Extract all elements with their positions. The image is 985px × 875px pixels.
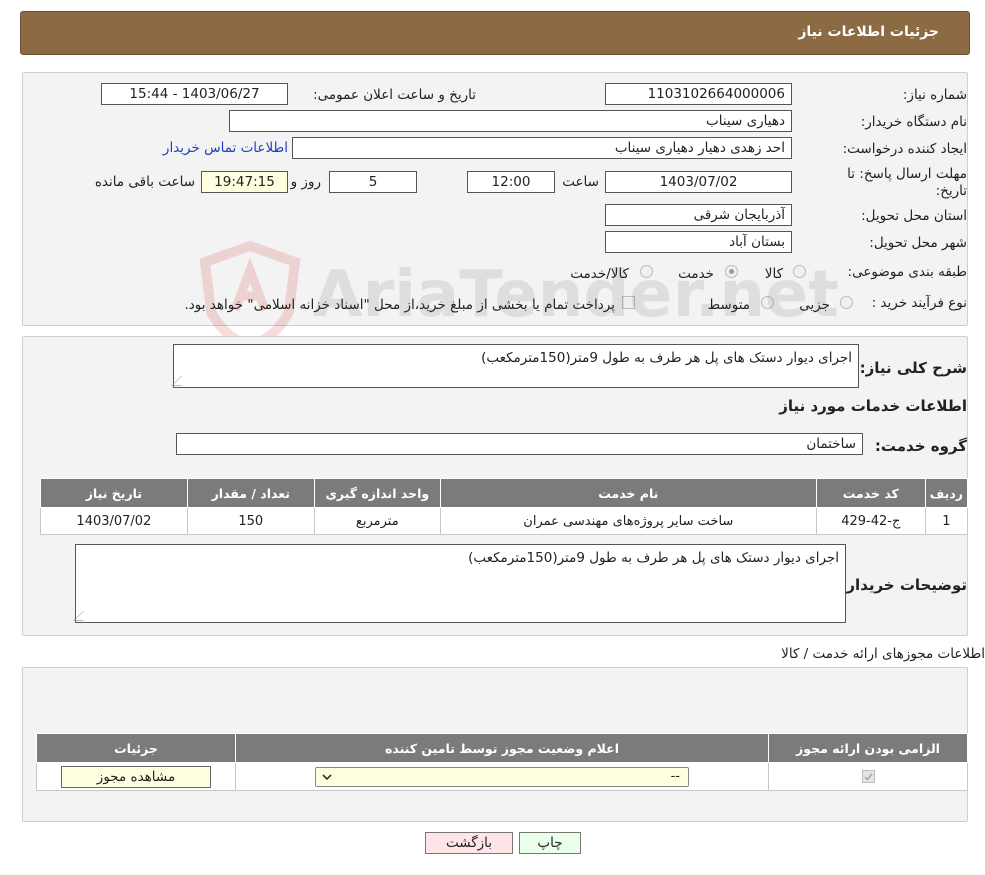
page-header: جزئیات اطلاعات نیاز	[20, 11, 970, 55]
col-need-date: تاریخ نیاز	[40, 478, 188, 508]
print-button[interactable]: چاپ	[519, 832, 581, 854]
deadline-time-field: 12:00	[467, 171, 555, 193]
category-option-goods-service: کالا/خدمت	[570, 266, 629, 282]
remaining-time-field: 19:47:15	[201, 171, 288, 193]
cell-permit-required	[768, 762, 968, 791]
col-permit-status: اعلام وضعیت مجوز توسط تامین کننده	[235, 733, 769, 763]
permits-table-header: الزامی بودن ارائه مجوز اعلام وضعیت مجوز …	[36, 733, 968, 763]
col-permit-details: جزئیات	[36, 733, 236, 763]
description-text: اجرای دیوار دستک های پل هر طرف به طول 9م…	[171, 344, 859, 388]
cell-quantity: 150	[186, 507, 315, 535]
province-label: استان محل تحویل:	[861, 208, 967, 224]
service-group-label: گروه خدمت:	[874, 437, 967, 455]
deadline-time-label: ساعت	[562, 174, 599, 190]
days-label: روز و	[290, 174, 321, 190]
buyer-notes-text: اجرای دیوار دستک های پل هر طرف به طول 9م…	[73, 544, 846, 623]
announce-field: 1403/06/27 - 15:44	[101, 83, 288, 105]
buyer-contact-link[interactable]: اطلاعات تماس خریدار	[163, 140, 288, 156]
col-quantity: تعداد / مقدار	[186, 478, 315, 508]
cell-service-code: ج-42-429	[815, 507, 926, 535]
category-radio-service[interactable]	[725, 265, 738, 278]
permit-status-select[interactable]: --	[315, 766, 689, 787]
col-row-number: ردیف	[924, 478, 969, 508]
services-table: ردیف کد خدمت نام خدمت واحد اندازه گیری ت…	[40, 478, 969, 535]
permit-required-checkbox	[861, 770, 875, 783]
col-service-code: کد خدمت	[815, 478, 926, 508]
deadline-date-field: 1403/07/02	[605, 171, 792, 193]
resize-grip-icon[interactable]	[73, 611, 93, 621]
creator-field: احد زهدی دهیار دهیاری سیناب	[292, 137, 792, 159]
category-option-service: خدمت	[678, 266, 714, 282]
deadline-label-2: تاریخ:	[935, 183, 967, 199]
category-radio-goods-service[interactable]	[640, 265, 653, 278]
resize-grip-icon[interactable]	[171, 376, 191, 386]
cell-permit-status: --	[235, 762, 769, 791]
services-heading: اطلاعات خدمات مورد نیاز	[779, 397, 967, 415]
buyer-notes-label: توضیحات خریدار:	[840, 576, 967, 594]
permits-table: الزامی بودن ارائه مجوز اعلام وضعیت مجوز …	[36, 733, 968, 791]
description-value: اجرای دیوار دستک های پل هر طرف به طول 9م…	[481, 350, 852, 366]
cell-unit: مترمربع	[313, 507, 441, 535]
city-label: شهر محل تحویل:	[869, 235, 967, 251]
province-field: آذربایجان شرقی	[605, 204, 792, 226]
need-number-field: 1103102664000006	[605, 83, 792, 105]
services-table-header: ردیف کد خدمت نام خدمت واحد اندازه گیری ت…	[40, 478, 969, 508]
col-unit: واحد اندازه گیری	[313, 478, 441, 508]
back-button[interactable]: بازگشت	[425, 832, 513, 854]
cell-row-number: 1	[924, 507, 969, 535]
view-permit-button[interactable]: مشاهده مجوز	[61, 765, 211, 788]
cell-service-name: ساخت سایر پروژه‌های مهندسی عمران	[439, 507, 817, 535]
description-label: شرح کلی نیاز:	[859, 359, 967, 377]
process-note: پرداخت تمام یا بخشی از مبلغ خرید،از محل …	[184, 297, 615, 313]
process-label: نوع فرآیند خرید :	[871, 295, 967, 311]
deadline-label: مهلت ارسال پاسخ: تا	[847, 166, 967, 182]
process-option-minor: جزیی	[799, 297, 830, 313]
cell-need-date: 1403/07/02	[40, 507, 188, 535]
treasury-checkbox[interactable]	[622, 296, 635, 309]
remaining-label: ساعت باقی مانده	[94, 174, 195, 190]
permit-status-value: --	[670, 768, 680, 784]
process-option-medium: متوسط	[707, 297, 750, 313]
buyer-org-label: نام دستگاه خریدار:	[860, 114, 967, 130]
category-option-goods: کالا	[764, 266, 783, 282]
permits-heading: اطلاعات مجوزهای ارائه خدمت / کالا	[781, 646, 985, 662]
city-field: بستان آباد	[605, 231, 792, 253]
col-service-name: نام خدمت	[439, 478, 817, 508]
buyer-notes-value: اجرای دیوار دستک های پل هر طرف به طول 9م…	[468, 550, 839, 566]
process-radio-minor[interactable]	[840, 296, 853, 309]
buyer-org-field: دهیاری سیناب	[229, 110, 792, 132]
cell-permit-details: مشاهده مجوز	[36, 762, 236, 791]
table-row: -- مشاهده مجوز	[36, 762, 968, 791]
service-group-field: ساختمان	[176, 433, 863, 455]
page-title: جزئیات اطلاعات نیاز	[798, 24, 939, 40]
table-row: 1 ج-42-429 ساخت سایر پروژه‌های مهندسی عم…	[40, 507, 969, 535]
check-icon	[863, 773, 873, 781]
announce-label: تاریخ و ساعت اعلان عمومی:	[313, 87, 476, 103]
col-permit-required: الزامی بودن ارائه مجوز	[768, 733, 968, 763]
category-radio-goods[interactable]	[793, 265, 806, 278]
need-number-label: شماره نیاز:	[902, 87, 967, 103]
category-label: طبقه بندی موضوعی:	[847, 264, 967, 280]
creator-label: ایجاد کننده درخواست:	[842, 141, 967, 157]
process-radio-medium[interactable]	[761, 296, 774, 309]
chevron-down-icon	[322, 773, 332, 780]
days-field: 5	[329, 171, 417, 193]
